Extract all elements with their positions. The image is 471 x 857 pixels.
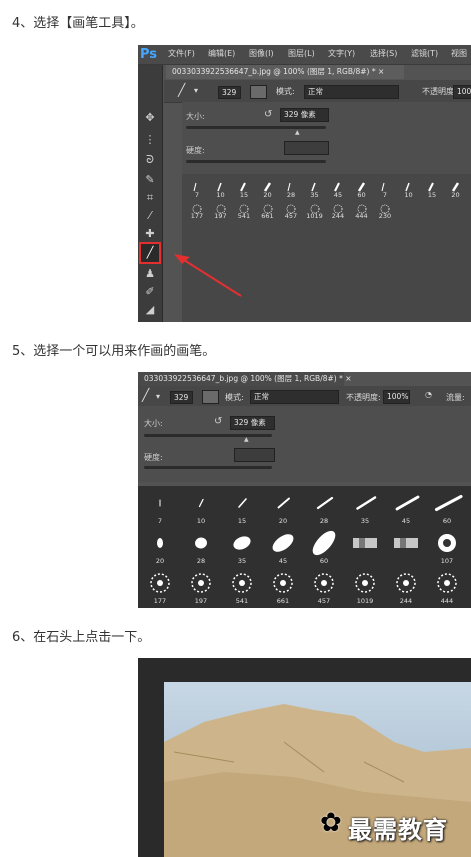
size-slider[interactable] bbox=[144, 434, 272, 437]
brush-preset-icon[interactable]: ╱ bbox=[142, 388, 149, 402]
hardness-slider[interactable] bbox=[144, 466, 272, 469]
opacity-label: 不透明度: bbox=[346, 393, 381, 402]
brush-panel-toggle-icon[interactable] bbox=[202, 390, 219, 404]
brush-tile-size: 35 bbox=[237, 557, 247, 565]
options-bar: ╱ ▾ 329 模式: 正常 不透明度: 100% ◔ 流量: bbox=[138, 386, 471, 407]
brush-tile[interactable] bbox=[347, 530, 383, 567]
size-field[interactable]: 329 像素 bbox=[230, 416, 275, 430]
brush-tile-size: 661 bbox=[276, 597, 290, 605]
brush-tile-size: 107 bbox=[440, 557, 454, 565]
step-4-text: 4、选择【画笔工具】。 bbox=[12, 16, 144, 31]
hardness-field[interactable] bbox=[234, 448, 275, 462]
size-label: 大小: bbox=[144, 419, 163, 428]
brush-tile-size: 28 bbox=[196, 557, 206, 565]
airbrush-icon[interactable]: ◔ bbox=[425, 390, 432, 399]
rose-logo-icon: ✿ bbox=[320, 808, 342, 838]
brush-tile-size: 1019 bbox=[356, 597, 374, 605]
brush-tile-size: 457 bbox=[317, 597, 331, 605]
photoshop-screenshot-3: 最需教育 ✿ bbox=[138, 658, 471, 857]
document-tab[interactable]: 033033922536647_b.jpg @ 100% (图层 1, RGB/… bbox=[138, 372, 352, 386]
brush-tile-size: 45 bbox=[278, 557, 288, 565]
brush-tile[interactable] bbox=[388, 530, 424, 567]
hardness-label: 硬度: bbox=[144, 453, 163, 462]
photoshop-screenshot-1: Ps 文件(F) 编辑(E) 图像(I) 图层(L) 文字(Y) 选择(S) 滤… bbox=[138, 45, 471, 322]
brush-tile-size: 10 bbox=[196, 517, 206, 525]
slider-handle-icon[interactable]: ▲ bbox=[244, 436, 249, 443]
brush-tile-size: 20 bbox=[155, 557, 165, 565]
brush-tile-size: 28 bbox=[319, 517, 329, 525]
reset-icon[interactable]: ↺ bbox=[214, 416, 222, 427]
brush-tile-size: 15 bbox=[237, 517, 247, 525]
brush-tile-size: 60 bbox=[442, 517, 452, 525]
mode-select[interactable]: 正常 bbox=[250, 390, 339, 404]
opacity-field[interactable]: 100% bbox=[383, 390, 410, 404]
brush-preset-grid: 7 10 15 20 28 35 45 60 20 28 35 45 60 107 177 197 541 661… bbox=[138, 486, 471, 608]
brush-tile-size: 35 bbox=[360, 517, 370, 525]
brush-tile-size: 20 bbox=[278, 517, 288, 525]
chevron-down-icon: ▾ bbox=[156, 392, 161, 401]
photoshop-screenshot-2: 033033922536647_b.jpg @ 100% (图层 1, RGB/… bbox=[138, 372, 471, 608]
brush-tile-size: 197 bbox=[194, 597, 208, 605]
step-6-text: 6、在石头上点击一下。 bbox=[12, 630, 151, 645]
brush-tile-size: 541 bbox=[235, 597, 249, 605]
watermark-text: 最需教育 bbox=[348, 815, 448, 844]
flow-label: 流量: bbox=[446, 393, 465, 402]
mode-label: 模式: bbox=[225, 393, 244, 402]
brush-picker-header: 大小: ↺ 329 像素 ▲ 硬度: bbox=[138, 406, 471, 482]
brush-tile-size: 60 bbox=[319, 557, 329, 565]
brush-tile-size: 45 bbox=[401, 517, 411, 525]
brush-tile-size: 244 bbox=[399, 597, 413, 605]
brush-tile-size: 7 bbox=[157, 517, 163, 525]
brush-tile-size: 444 bbox=[440, 597, 454, 605]
red-arrow-icon bbox=[174, 254, 242, 297]
step-5-text: 5、选择一个可以用来作画的画笔。 bbox=[12, 344, 216, 359]
brush-tile-size: 177 bbox=[153, 597, 167, 605]
brush-size-field[interactable]: 329 bbox=[170, 391, 193, 404]
